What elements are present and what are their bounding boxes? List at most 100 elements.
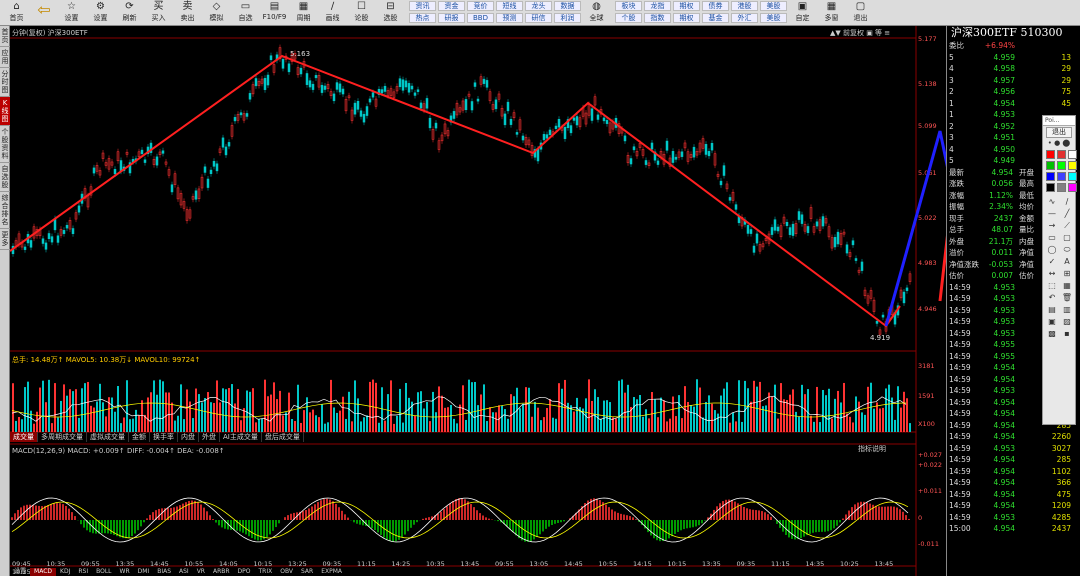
indicator-tab[interactable]: ASI bbox=[175, 568, 193, 576]
draw-tool-icon[interactable]: ⬭ bbox=[1060, 244, 1074, 255]
toolbar-grid-button[interactable]: 资金 bbox=[438, 1, 465, 11]
toolbar-sell-button[interactable]: 卖卖出 bbox=[173, 0, 202, 26]
draw-tool-icon[interactable]: ▣ bbox=[1045, 316, 1059, 327]
draw-tool-icon[interactable]: ▦ bbox=[1060, 280, 1074, 291]
color-swatch[interactable] bbox=[1068, 161, 1077, 170]
volume-tab[interactable]: 成交量 bbox=[10, 432, 38, 442]
indicator-tab[interactable]: DMI bbox=[134, 568, 154, 576]
indicator-tab[interactable]: VR bbox=[193, 568, 209, 576]
draw-tool-icon[interactable]: ⟋ bbox=[1060, 220, 1074, 231]
toolbar-custom-button[interactable]: ▣ 自定 bbox=[788, 0, 817, 26]
toolbar-grid-button[interactable]: 外汇 bbox=[731, 13, 758, 23]
draw-tool-icon[interactable]: 🗑 bbox=[1060, 292, 1074, 303]
draw-tool-icon[interactable]: ✓ bbox=[1045, 256, 1059, 267]
left-tab[interactable]: K线图 bbox=[0, 97, 10, 126]
color-swatch[interactable] bbox=[1057, 161, 1066, 170]
color-swatch[interactable] bbox=[1046, 172, 1055, 181]
toolbar-grid-button[interactable]: 美股 bbox=[760, 1, 787, 11]
toolbar-grid-button[interactable]: 基金 bbox=[702, 13, 729, 23]
indicator-tab[interactable]: BOLL bbox=[92, 568, 115, 576]
draw-tool-icon[interactable]: — bbox=[1045, 208, 1059, 219]
indicator-help-button[interactable]: 指标说明 bbox=[858, 444, 886, 453]
color-swatch[interactable] bbox=[1046, 161, 1055, 170]
toolbar-multi-window-button[interactable]: ▦ 多窗 bbox=[817, 0, 846, 26]
draw-tool-icon[interactable]: ▩ bbox=[1045, 328, 1059, 339]
draw-tool-icon[interactable]: ∿ bbox=[1045, 196, 1059, 207]
volume-tab[interactable]: AI主成交量 bbox=[220, 432, 262, 442]
indicator-tab[interactable]: RSI bbox=[74, 568, 92, 576]
palette-exit-button[interactable]: 退出 bbox=[1046, 127, 1072, 138]
indicator-tab[interactable]: KDJ bbox=[56, 568, 74, 576]
draw-tool-icon[interactable]: ▨ bbox=[1060, 316, 1074, 327]
left-tab[interactable]: 个股资料 bbox=[0, 126, 10, 163]
left-tab[interactable]: 综合排名 bbox=[0, 192, 10, 229]
draw-tool-icon[interactable]: ◯ bbox=[1045, 244, 1059, 255]
toolbar-grid-button[interactable]: 预测 bbox=[496, 13, 523, 23]
toolbar-back-button[interactable]: ⇦ bbox=[31, 0, 57, 26]
volume-tab[interactable]: 外盘 bbox=[199, 432, 220, 442]
period-buttons[interactable]: ▲▼ 前复权 ▣ 等 ≡ bbox=[830, 28, 890, 37]
color-swatch[interactable] bbox=[1068, 172, 1077, 181]
toolbar-grid-button[interactable]: 债券 bbox=[702, 1, 729, 11]
toolbar-grid-button[interactable]: 短线 bbox=[496, 1, 523, 11]
draw-tool-icon[interactable]: ∕ bbox=[1060, 196, 1074, 207]
draw-tool-icon[interactable]: ⊞ bbox=[1060, 268, 1074, 279]
draw-tool-icon[interactable]: ╱ bbox=[1060, 208, 1074, 219]
color-swatch[interactable] bbox=[1046, 150, 1055, 159]
toolbar-grid-button[interactable]: 龙指 bbox=[644, 1, 671, 11]
toolbar-grid-button[interactable]: 研信 bbox=[525, 13, 552, 23]
draw-tool-icon[interactable]: ▥ bbox=[1060, 304, 1074, 315]
draw-tool-icon[interactable]: → bbox=[1045, 220, 1059, 231]
toolbar-f10-button[interactable]: ▤ F10/F9 bbox=[260, 0, 289, 26]
indicator-tab[interactable]: MACD bbox=[30, 568, 57, 576]
toolbar-grid-button[interactable]: 资讯 bbox=[409, 1, 436, 11]
toolbar-exit-button[interactable]: ▢ 退出 bbox=[846, 0, 875, 26]
color-swatch[interactable] bbox=[1057, 172, 1066, 181]
indicator-tab[interactable]: WR bbox=[116, 568, 134, 576]
left-tab[interactable]: 应用 bbox=[0, 47, 10, 68]
toolbar-stock-pick-button[interactable]: ⊟ 选股 bbox=[376, 0, 405, 26]
indicator-tab[interactable]: SAR bbox=[297, 568, 317, 576]
dot-size-icon[interactable]: • ● ⬤ bbox=[1043, 139, 1075, 148]
color-swatch[interactable] bbox=[1068, 183, 1077, 192]
color-swatch[interactable] bbox=[1057, 183, 1066, 192]
color-swatch[interactable] bbox=[1057, 150, 1066, 159]
draw-tool-icon[interactable]: ▢ bbox=[1060, 232, 1074, 243]
draw-tool-icon[interactable]: A bbox=[1060, 256, 1074, 267]
volume-tab[interactable]: 盘后成交量 bbox=[262, 432, 304, 442]
color-swatch[interactable] bbox=[1068, 150, 1077, 159]
toolbar-grid-button[interactable]: 利润 bbox=[554, 13, 581, 23]
toolbar-period-button[interactable]: ▦ 周期 bbox=[289, 0, 318, 26]
toolbar-discuss-button[interactable]: ☐ 论股 bbox=[347, 0, 376, 26]
toolbar-settings-button[interactable]: ☆ 设置 bbox=[57, 0, 86, 26]
toolbar-grid-button[interactable]: 竞价 bbox=[467, 1, 494, 11]
toolbar-grid-button[interactable]: 热点 bbox=[409, 13, 436, 23]
indicator-tab[interactable]: TRIX bbox=[255, 568, 277, 576]
toolbar-watchlist-button[interactable]: ▭ 自选 bbox=[231, 0, 260, 26]
left-tab[interactable]: 分时图 bbox=[0, 68, 10, 97]
indicator-tab[interactable]: EXPMA bbox=[317, 568, 346, 576]
toolbar-globe-button[interactable]: ◍ 全球 bbox=[582, 0, 611, 26]
toolbar-grid-button[interactable]: 期权 bbox=[673, 1, 700, 11]
toolbar-grid-button[interactable]: 个股 bbox=[615, 13, 642, 23]
toolbar-home-button[interactable]: ⌂ 首页 bbox=[2, 0, 31, 26]
indicator-tab[interactable]: OBV bbox=[276, 568, 297, 576]
toolbar-simulate-button[interactable]: ◇ 模拟 bbox=[202, 0, 231, 26]
toolbar-grid-button[interactable]: 指数 bbox=[644, 13, 671, 23]
toolbar-grid-button[interactable]: 期权 bbox=[673, 13, 700, 23]
toolbar-grid-button[interactable]: BBD bbox=[467, 13, 494, 23]
volume-tab[interactable]: 内盘 bbox=[178, 432, 199, 442]
left-tab[interactable]: 首页 bbox=[0, 26, 10, 47]
volume-tab[interactable]: 多周期成交量 bbox=[38, 432, 87, 442]
draw-tool-icon[interactable]: ↔ bbox=[1045, 268, 1059, 279]
toolbar-grid-button[interactable]: 龙头 bbox=[525, 1, 552, 11]
left-tab[interactable]: 自选股 bbox=[0, 163, 10, 192]
toolbar-buy-button[interactable]: 买买入 bbox=[144, 0, 173, 26]
toolbar-grid-button[interactable]: 数据 bbox=[554, 1, 581, 11]
toolbar-grid-button[interactable]: 美股 bbox=[760, 13, 787, 23]
volume-tab[interactable]: 金额 bbox=[129, 432, 150, 442]
toolbar-grid-button[interactable]: 板块 bbox=[615, 1, 642, 11]
draw-tool-icon[interactable]: ▪ bbox=[1060, 328, 1074, 339]
color-swatch[interactable] bbox=[1046, 183, 1055, 192]
toolbar-draw-line-button[interactable]: ∕ 画线 bbox=[318, 0, 347, 26]
